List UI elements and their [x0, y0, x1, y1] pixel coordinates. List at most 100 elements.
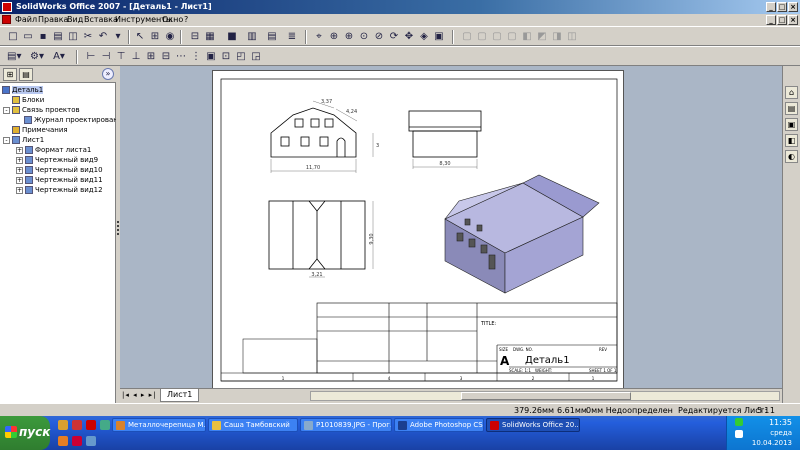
tree-node[interactable]: + Формат листа1	[16, 145, 91, 155]
maximize-button[interactable]: □	[777, 2, 787, 12]
zoom-area-icon[interactable]: ⊕	[327, 30, 341, 44]
open-folder-icon[interactable]: ▭	[21, 30, 35, 44]
tab-property-manager[interactable]: ▤	[19, 68, 33, 81]
grid-icon[interactable]: ▦	[203, 30, 217, 44]
zoom-selection-icon[interactable]: ⊙	[357, 30, 371, 44]
menu-edit[interactable]: Правка	[38, 15, 68, 24]
view-orientation-icon[interactable]: ▣	[432, 30, 446, 44]
collapse-icon[interactable]: -	[3, 106, 10, 114]
ungroup-icon[interactable]: ⊡	[219, 50, 233, 64]
expand-icon[interactable]: +	[16, 156, 23, 164]
clock[interactable]: 11:35	[769, 418, 792, 427]
zoom-prev-icon[interactable]: ⊘	[372, 30, 386, 44]
minimize-button[interactable]: _	[766, 2, 776, 12]
task-button[interactable]: Металлочерепица М...	[112, 418, 206, 432]
tree-node[interactable]: - Лист1	[3, 135, 44, 145]
align-center-icon[interactable]: ⊞	[144, 50, 158, 64]
media-icon[interactable]	[72, 420, 82, 430]
solidworks-icon[interactable]	[2, 2, 12, 12]
network-icon[interactable]	[735, 418, 743, 426]
shaded-icon[interactable]: ◧	[520, 30, 534, 44]
shadows-icon[interactable]: ◩	[535, 30, 549, 44]
traffic-light-icon[interactable]: ◉	[163, 30, 177, 44]
layers-icon[interactable]: ▤	[265, 30, 279, 44]
solidworks-quicklaunch-icon[interactable]	[86, 420, 96, 430]
folder-icon[interactable]	[58, 420, 68, 430]
print-icon[interactable]: ▤	[51, 30, 65, 44]
tab-feature-tree[interactable]: ⊞	[3, 68, 17, 81]
cut-icon[interactable]: ✂	[81, 30, 95, 44]
doc-close-button[interactable]: ×	[788, 15, 798, 25]
collapse-panel-button[interactable]: »	[102, 68, 114, 80]
opera-icon[interactable]	[72, 436, 82, 446]
document-icon[interactable]	[2, 15, 11, 24]
horizontal-scrollbar[interactable]	[310, 391, 780, 401]
volume-icon[interactable]	[735, 430, 743, 438]
layer-dropdown-icon[interactable]: ▤▾	[6, 50, 21, 64]
print-preview-icon[interactable]: ◫	[66, 30, 80, 44]
cube-icon[interactable]: ■	[225, 30, 239, 44]
expand-icon[interactable]: +	[16, 146, 23, 154]
library-icon[interactable]: ▤	[785, 102, 798, 115]
rotate-icon[interactable]: ⟳	[387, 30, 401, 44]
drawing-sheet[interactable]: 1 4 3 2 1 11,70 3,37 4,24 3 8,30 9,30 3,…	[212, 70, 624, 390]
expand-icon[interactable]: +	[16, 166, 23, 174]
group-icon[interactable]: ▣	[204, 50, 218, 64]
distribute-h-icon[interactable]: ⋯	[174, 50, 188, 64]
doc-minimize-button[interactable]: _	[766, 15, 776, 25]
firefox-icon[interactable]	[58, 436, 68, 446]
align-right-icon[interactable]: ⊣	[99, 50, 113, 64]
line-style-icon[interactable]: ⚙▾	[29, 50, 44, 64]
start-button[interactable]: пуск	[0, 416, 50, 450]
tree-node[interactable]: + Чертежный вид9	[16, 155, 98, 165]
panel-icon[interactable]: ▥	[245, 30, 259, 44]
menu-file[interactable]: Файл	[15, 15, 37, 24]
collapse-icon[interactable]: -	[3, 136, 10, 144]
scroll-thumb[interactable]	[461, 392, 631, 400]
desktop-icon[interactable]	[86, 436, 96, 446]
list-icon[interactable]: ≣	[285, 30, 299, 44]
doc-restore-button[interactable]: □	[777, 15, 787, 25]
menu-insert[interactable]: Вставка	[84, 15, 118, 24]
options-icon[interactable]: ⊟	[188, 30, 202, 44]
wireframe-icon[interactable]: ▢	[460, 30, 474, 44]
save-icon[interactable]: ▪	[36, 30, 50, 44]
expand-icon[interactable]: +	[16, 176, 23, 184]
bring-front-icon[interactable]: ◰	[234, 50, 248, 64]
home-icon[interactable]: ⌂	[785, 86, 798, 99]
redraw-icon[interactable]: ◈	[417, 30, 431, 44]
align-bottom-icon[interactable]: ⊥	[129, 50, 143, 64]
new-file-icon[interactable]: □	[6, 30, 20, 44]
app-icon[interactable]	[100, 420, 110, 430]
shaded-edges-icon[interactable]: ▢	[505, 30, 519, 44]
task-button[interactable]: P1010839.JPG - Прог...	[300, 418, 392, 432]
close-button[interactable]: ×	[788, 2, 798, 12]
sheet-nav-arrows[interactable]: |◂ ◂ ▸ ▸|	[122, 391, 156, 399]
align-left-icon[interactable]: ⊢	[84, 50, 98, 64]
distribute-v-icon[interactable]: ⋮	[189, 50, 203, 64]
perspective-icon[interactable]: ◫	[565, 30, 579, 44]
tree-node[interactable]: Журнал проектирования	[24, 115, 127, 125]
tree-node[interactable]: Примечания	[12, 125, 68, 135]
zoom-in-icon[interactable]: ⊕	[342, 30, 356, 44]
tree-node[interactable]: + Чертежный вид10	[16, 165, 103, 175]
line-color-icon[interactable]: A▾	[52, 50, 66, 64]
tree-node[interactable]: + Чертежный вид11	[16, 175, 103, 185]
tree-node[interactable]: Блоки	[12, 95, 44, 105]
zoom-fit-icon[interactable]: ⌖	[312, 30, 326, 44]
task-button-active[interactable]: SolidWorks Office 20...	[486, 418, 580, 432]
task-button[interactable]: Саша Тамбовский	[208, 418, 298, 432]
tab-sheet1[interactable]: Лист1	[160, 389, 200, 402]
select-icon[interactable]: ↖	[133, 30, 147, 44]
section-view-icon[interactable]: ◨	[550, 30, 564, 44]
tree-node[interactable]: - Связь проектов	[3, 105, 80, 115]
tree-node[interactable]: Деталь1	[2, 85, 44, 95]
explorer-icon[interactable]: ▣	[785, 118, 798, 131]
menu-help[interactable]: ?	[184, 15, 188, 24]
align-top-icon[interactable]: ⊤	[114, 50, 128, 64]
hidden-lines-icon[interactable]: ▢	[475, 30, 489, 44]
menu-view[interactable]: Вид	[67, 15, 83, 24]
rebuild-icon[interactable]: ⊞	[148, 30, 162, 44]
hidden-removed-icon[interactable]: ▢	[490, 30, 504, 44]
align-middle-icon[interactable]: ⊟	[159, 50, 173, 64]
